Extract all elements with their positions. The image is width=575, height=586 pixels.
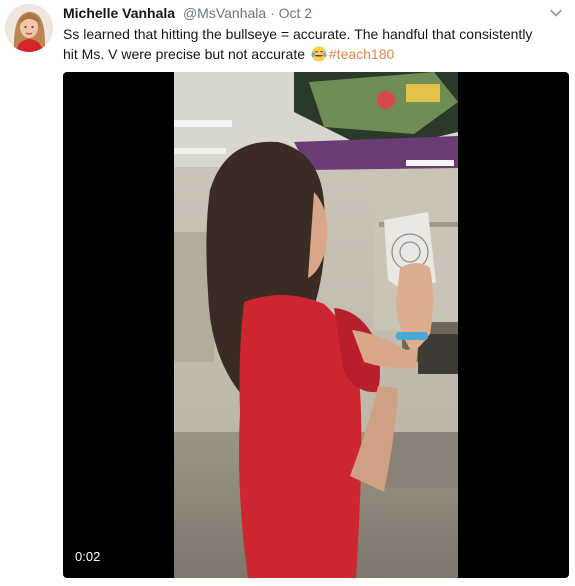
tweet-text-line-2-body: hit Ms. V were precise but not accurate (63, 46, 305, 62)
tweet-header: Michelle Vanhala @MsVanhala · Oct 2 (63, 4, 312, 22)
display-name[interactable]: Michelle Vanhala (63, 5, 175, 21)
timestamp[interactable]: Oct 2 (279, 5, 312, 21)
tweet: Michelle Vanhala @MsVanhala · Oct 2 Ss l… (0, 0, 575, 586)
hashtag-link[interactable]: #teach180 (329, 46, 394, 62)
separator-dot: · (270, 5, 275, 21)
tweet-text: Ss learned that hitting the bullseye = a… (63, 24, 563, 64)
video-frame (174, 72, 458, 578)
chevron-down-icon[interactable] (549, 6, 563, 20)
avatar[interactable] (5, 4, 53, 52)
video-timestamp: 0:02 (75, 549, 101, 564)
handle[interactable]: @MsVanhala (183, 5, 266, 21)
tweet-text-line-1: Ss learned that hitting the bullseye = a… (63, 26, 533, 42)
face-with-tears-of-joy-icon (311, 46, 327, 62)
tweet-text-line-2: hit Ms. V were precise but not accurate … (63, 44, 563, 64)
video-player[interactable]: 0:02 (63, 72, 569, 578)
